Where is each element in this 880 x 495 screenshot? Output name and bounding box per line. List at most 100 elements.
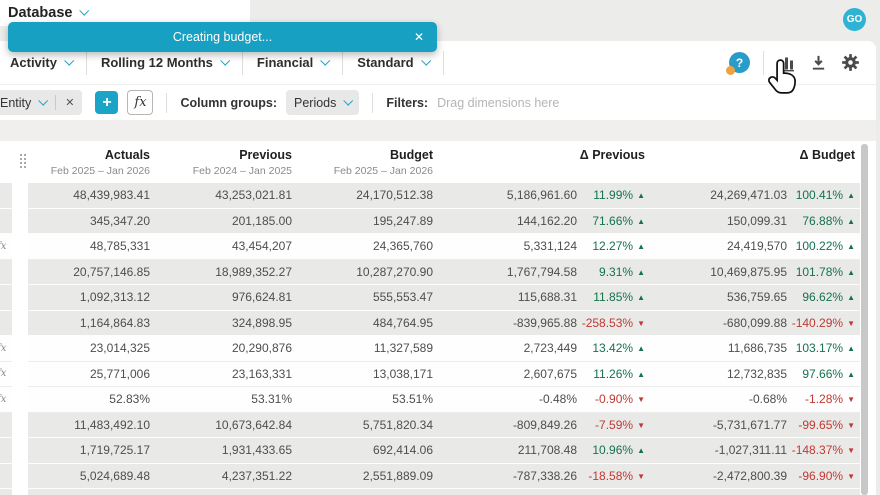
- cell-delta-budget-percent: 97.66% ▲: [802, 366, 855, 381]
- cell-budget: 13,038,171: [372, 366, 433, 381]
- dropdown-standard-label: Standard: [357, 55, 414, 70]
- table-row[interactable]: 345,347.20 201,185.00 195,247.89 144,162…: [0, 208, 876, 234]
- row-header-strip: fx: [0, 336, 12, 362]
- trend-icon: ▲: [637, 242, 645, 251]
- trend-icon: ▲: [637, 369, 645, 379]
- table-row[interactable]: fx 48,785,331 43,454,207 24,365,760 5,33…: [0, 234, 876, 260]
- cell-budget: 195,247.89: [372, 213, 433, 228]
- row-gap: [12, 183, 28, 209]
- trend-icon: ▲: [637, 216, 645, 226]
- table-row[interactable]: fx 25,771,006 23,163,331 13,038,171 2,60…: [0, 361, 876, 387]
- cell-delta-previous-percent: 12.27% ▲: [592, 239, 645, 253]
- filters-drop-zone[interactable]: Drag dimensions here: [437, 96, 559, 110]
- cell-actuals: 25,771,006: [89, 366, 150, 381]
- table-row[interactable]: 48,439,983.41 43,253,021.81 24,170,512.3…: [0, 183, 876, 209]
- drag-handle-icon[interactable]: [20, 154, 27, 169]
- cell-delta-previous-percent: 11.99% ▲: [593, 188, 645, 202]
- help-icon[interactable]: ?: [726, 52, 750, 75]
- notification-dot: [726, 66, 735, 75]
- cell-delta-budget-percent: -96.90% ▼: [798, 468, 855, 483]
- cell-delta-budget-percent: -140.29% ▼: [791, 315, 855, 330]
- trend-icon: ▲: [847, 242, 855, 251]
- table-row[interactable]: fx 52.83% 53.31% 53.51% -0.48% -0.90%▼ -…: [0, 387, 876, 413]
- column-header-previous: Previous Feb 2024 – Jan 2025: [192, 148, 292, 177]
- chevron-down-icon: [38, 95, 49, 106]
- row-header-strip: [0, 285, 12, 311]
- table-row-partial: [0, 489, 876, 495]
- entity-chip-label: Entity: [0, 95, 32, 110]
- download-icon[interactable]: [809, 53, 828, 72]
- bar-chart-icon[interactable]: [777, 53, 796, 72]
- row-gap: [12, 387, 28, 413]
- avatar-initials: GO: [846, 14, 863, 25]
- gear-icon[interactable]: [841, 53, 860, 72]
- cell-actuals: 1,719,725.17: [79, 443, 150, 457]
- row-header-strip: [0, 310, 12, 336]
- cell-delta-budget: -5,731,671.77: [712, 417, 787, 432]
- trend-icon: ▲: [847, 191, 855, 200]
- chevron-down-icon: [343, 95, 354, 106]
- entity-dimension-chip[interactable]: Entity ✕: [0, 90, 83, 115]
- trend-icon: ▼: [637, 420, 645, 430]
- toolbar-divider: [372, 92, 374, 113]
- trend-icon: ▲: [847, 293, 855, 302]
- table-body: 48,439,983.41 43,253,021.81 24,170,512.3…: [0, 181, 876, 489]
- trend-icon: ▼: [847, 395, 855, 404]
- table-row[interactable]: fx 23,014,325 20,290,876 11,327,589 2,72…: [0, 336, 876, 362]
- table-row[interactable]: 5,024,689.48 4,237,351.22 2,551,889.09 -…: [0, 463, 876, 489]
- cell-actuals: 48,785,331: [89, 239, 150, 253]
- trend-icon: ▼: [637, 395, 645, 404]
- formula-button[interactable]: fx: [127, 90, 154, 115]
- table-row[interactable]: 1,719,725.17 1,931,433.65 692,414.06 211…: [0, 438, 876, 464]
- formula-indicator-icon: fx: [0, 240, 7, 252]
- toast-message: Creating budget...: [172, 30, 273, 44]
- cell-previous: 20,290,876: [231, 341, 292, 355]
- cell-previous: 976,624.81: [231, 290, 292, 304]
- cell-delta-budget: -0.68%: [748, 392, 787, 406]
- cell-delta-budget-percent: 103.17% ▲: [795, 341, 855, 355]
- cell-budget: 11,327,589: [373, 341, 433, 355]
- cell-delta-budget-percent: 101.78% ▲: [795, 264, 855, 279]
- cell-delta-previous: 1,767,794.58: [506, 264, 577, 279]
- table-row[interactable]: 1,092,313.12 976,624.81 555,553.47 115,6…: [0, 285, 876, 311]
- add-dimension-button[interactable]: +: [95, 91, 119, 114]
- row-gap: [12, 310, 28, 336]
- user-avatar[interactable]: GO: [843, 8, 866, 31]
- dropdown-activity-label: Activity: [10, 55, 57, 70]
- trend-icon: ▼: [637, 471, 645, 481]
- dropdown-rolling-12-months[interactable]: Rolling 12 Months: [87, 55, 242, 70]
- table-header: Actuals Feb 2025 – Jan 2026 Previous Feb…: [0, 141, 876, 181]
- cell-delta-previous-percent: -258.53% ▼: [581, 315, 645, 330]
- cell-previous: 23,163,331: [231, 366, 292, 381]
- cell-delta-previous-percent: -7.59% ▼: [595, 417, 645, 432]
- database-menu[interactable]: Database: [8, 5, 90, 21]
- table-row[interactable]: 20,757,146.85 18,989,352.27 10,287,270.9…: [0, 259, 876, 285]
- trend-icon: ▲: [637, 267, 645, 277]
- row-header-strip: fx: [0, 361, 12, 387]
- row-header-strip: [0, 463, 12, 489]
- chevron-down-icon: [320, 55, 331, 66]
- table-row[interactable]: 1,164,864.83 324,898.95 484,764.95 -839,…: [0, 310, 876, 336]
- row-header-strip: [0, 438, 12, 464]
- dropdown-financial[interactable]: Financial: [243, 55, 342, 70]
- cell-delta-budget-percent: -148.37% ▼: [791, 443, 855, 457]
- cell-actuals: 345,347.20: [89, 213, 150, 228]
- close-icon[interactable]: ✕: [414, 30, 424, 44]
- cell-delta-previous: 144,162.20: [516, 213, 577, 228]
- table-row[interactable]: 11,483,492.10 10,673,642.84 5,751,820.34…: [0, 412, 876, 438]
- formula-indicator-icon: fx: [0, 368, 7, 380]
- trend-icon: ▲: [847, 344, 855, 353]
- row-gap: [12, 259, 28, 285]
- cell-budget: 5,751,820.34: [362, 417, 433, 432]
- trend-icon: ▼: [847, 471, 855, 481]
- column-groups-dropdown[interactable]: Periods: [286, 90, 360, 115]
- trend-icon: ▼: [847, 318, 855, 328]
- trend-icon: ▲: [847, 369, 855, 379]
- plus-icon: +: [102, 93, 112, 111]
- remove-entity-icon[interactable]: ✕: [65, 96, 74, 109]
- cell-previous: 53.31%: [251, 392, 292, 406]
- vertical-scrollbar[interactable]: [861, 144, 868, 495]
- dropdown-activity[interactable]: Activity: [8, 55, 86, 70]
- toast-notification: Creating budget... ✕: [8, 22, 437, 52]
- dropdown-standard[interactable]: Standard: [343, 55, 442, 70]
